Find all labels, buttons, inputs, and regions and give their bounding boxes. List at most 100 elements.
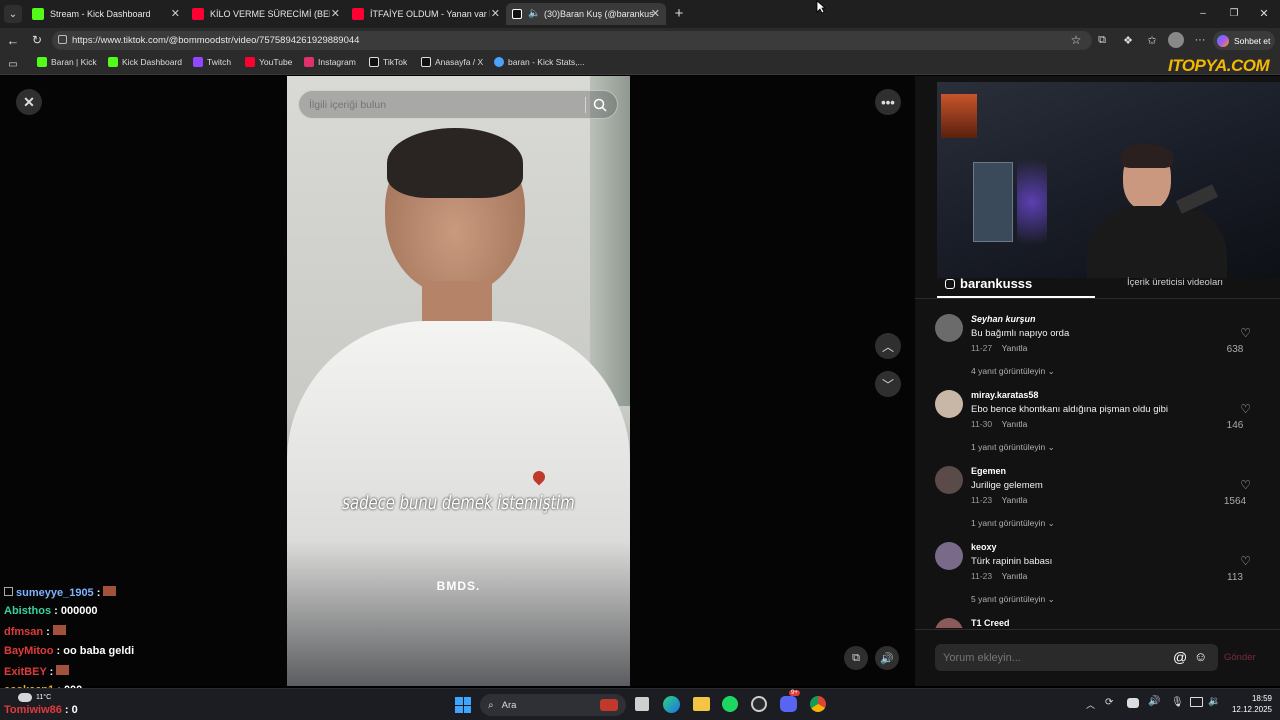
comment-meta: 11-23 Yanıtla [971, 571, 1027, 581]
avatar[interactable] [935, 390, 963, 418]
heart-icon[interactable]: ♡ [1240, 402, 1251, 416]
discord-tray-icon[interactable] [1127, 698, 1139, 708]
bookmark-kick-stats[interactable]: baran - Kick Stats,... [494, 57, 585, 67]
discord-icon[interactable]: 9+ [780, 690, 800, 712]
maximize-button[interactable]: ❐ [1226, 5, 1242, 21]
comment-username[interactable]: Egemen [971, 466, 1006, 476]
heart-icon[interactable]: ♡ [1240, 554, 1251, 568]
tab-creator-videos[interactable]: İçerik üreticisi videoları [1095, 277, 1255, 288]
volume-button[interactable]: 🔊 [875, 646, 899, 670]
reply-button[interactable]: Yanıtla [1002, 343, 1028, 353]
view-replies-button[interactable]: 1 yanıt görüntüleyin ⌄ [971, 518, 1055, 529]
new-tab-button[interactable]: + [670, 4, 688, 22]
sidebar-toggle-icon[interactable]: ▭ [6, 57, 20, 71]
instagram-icon [945, 278, 955, 289]
more-menu-icon[interactable]: ··· [1192, 32, 1208, 48]
more-options-button[interactable]: ••• [875, 89, 901, 115]
site-info-icon[interactable] [58, 35, 67, 44]
bookmark-kick-dashboard[interactable]: Kick Dashboard [108, 57, 182, 67]
mention-icon[interactable]: @ [1173, 649, 1187, 665]
obs-icon[interactable] [751, 696, 767, 712]
url-field[interactable]: https://www.tiktok.com/@bommoodstr/video… [52, 31, 1092, 50]
comment-username[interactable]: T1 Creed [971, 618, 1010, 628]
minimize-button[interactable]: – [1195, 5, 1211, 21]
search-input[interactable] [309, 96, 569, 114]
task-view-icon[interactable] [635, 697, 649, 711]
back-icon[interactable]: ← [5, 32, 21, 48]
tab-itfaiye[interactable]: İTFAİYE OLDUM - Yanan var beyler ✕ [346, 3, 506, 25]
comment-input-box[interactable]: @ ☺ [935, 644, 1218, 671]
bookmark-youtube[interactable]: YouTube [245, 57, 292, 67]
bookmark-x[interactable]: Anasayfa / X [421, 57, 483, 67]
send-button[interactable]: Gönder [1224, 652, 1256, 663]
reply-button[interactable]: Yanıtla [1002, 495, 1028, 505]
sync-icon[interactable]: ⟳ [1105, 697, 1113, 708]
comment-date: 11-27 [971, 343, 993, 353]
copilot-chat-button[interactable]: Sohbet et [1213, 31, 1275, 50]
close-icon[interactable]: ✕ [331, 7, 340, 20]
comment-input[interactable] [943, 649, 1163, 666]
comment-username[interactable]: Seyhan kurşun [971, 314, 1036, 324]
previous-video-button[interactable]: ︿ [875, 333, 901, 359]
taskbar-search[interactable]: ⌕ Ara [480, 694, 626, 716]
close-icon[interactable]: ✕ [651, 7, 660, 20]
weather-widget[interactable]: 11°C [18, 693, 51, 702]
bookmark-baran-kick[interactable]: Baran | Kick [37, 57, 97, 67]
extensions-icon[interactable]: ⧉ [1094, 32, 1110, 48]
tab-kilo-verme[interactable]: KİLO VERME SÜRECİMİ (BELGESEL) ✕ [186, 3, 346, 25]
close-window-button[interactable]: ✕ [1256, 5, 1272, 21]
speaker-tray-icon[interactable]: 🔊 [1148, 696, 1160, 707]
view-replies-label: 5 yanıt görüntüleyin [971, 594, 1046, 604]
weather-cloud-icon [18, 693, 32, 702]
heart-icon[interactable]: ♡ [1240, 326, 1251, 340]
clock[interactable]: 18:59 12.12.2025 [1228, 693, 1272, 715]
bookmark-twitch[interactable]: Twitch [193, 57, 231, 67]
network-icon[interactable] [1190, 697, 1203, 707]
heart-icon[interactable]: ♡ [1240, 478, 1251, 492]
close-icon[interactable]: ✕ [491, 7, 500, 20]
tab-list-button[interactable]: ⌄ [4, 5, 22, 23]
windows-start-icon[interactable] [455, 697, 471, 713]
edge-icon[interactable] [663, 696, 680, 713]
reply-button[interactable]: Yanıtla [1002, 419, 1028, 429]
avatar[interactable] [935, 542, 963, 570]
spotify-icon[interactable] [722, 696, 738, 712]
file-explorer-icon[interactable] [693, 697, 710, 711]
favorite-star-icon[interactable]: ☆ [1068, 32, 1084, 48]
view-replies-label: 1 yanıt görüntüleyin [971, 442, 1046, 452]
search-bar[interactable] [298, 90, 618, 119]
view-replies-button[interactable]: 4 yanıt görüntüleyin ⌄ [971, 366, 1055, 377]
comment-username[interactable]: miray.karatas58 [971, 390, 1038, 400]
video-player[interactable]: sadece bunu demek istemiştim BMDS. [287, 76, 630, 686]
avatar[interactable] [935, 314, 963, 342]
search-icon[interactable] [591, 96, 609, 114]
pip-button[interactable]: ⧉ [844, 646, 868, 670]
emoji-icon[interactable]: ☺ [1194, 649, 1207, 664]
profile-avatar[interactable] [1168, 32, 1184, 48]
speaker-icon[interactable]: 🔈 [528, 8, 540, 20]
comment-date: 11-23 [971, 571, 993, 581]
collections-icon[interactable]: ❖ [1120, 32, 1136, 48]
refresh-icon[interactable]: ↻ [29, 32, 45, 48]
comment-username[interactable]: keoxy [971, 542, 997, 552]
microphone-icon[interactable]: 🎙 [1171, 697, 1184, 708]
tab-kick-dashboard[interactable]: Stream - Kick Dashboard ✕ [26, 3, 186, 25]
close-video-button[interactable]: ✕ [16, 89, 42, 115]
reply-button[interactable]: Yanıtla [1002, 571, 1028, 581]
bookmark-instagram[interactable]: Instagram [304, 57, 356, 67]
chat-separator: : [61, 704, 72, 716]
close-icon[interactable]: ✕ [171, 7, 180, 20]
view-replies-button[interactable]: 1 yanıt görüntüleyin ⌄ [971, 442, 1055, 453]
video-background-shelf [590, 76, 630, 406]
chrome-icon[interactable] [810, 696, 826, 712]
tab-tiktok-baran[interactable]: 🔈 (30)Baran Kuş (@barankusss) ✕ [506, 3, 666, 25]
bookmark-tiktok[interactable]: TikTok [369, 57, 407, 67]
next-video-button[interactable]: ﹀ [875, 371, 901, 397]
avatar[interactable] [935, 618, 963, 628]
favorites-icon[interactable]: ✩ [1144, 32, 1160, 48]
webcam-shelf [973, 162, 1013, 242]
tray-chevron-icon[interactable]: ︿ [1086, 698, 1095, 711]
volume-tray-icon[interactable]: 🔉 [1208, 696, 1220, 707]
avatar[interactable] [935, 466, 963, 494]
view-replies-button[interactable]: 5 yanıt görüntüleyin ⌄ [971, 594, 1055, 605]
